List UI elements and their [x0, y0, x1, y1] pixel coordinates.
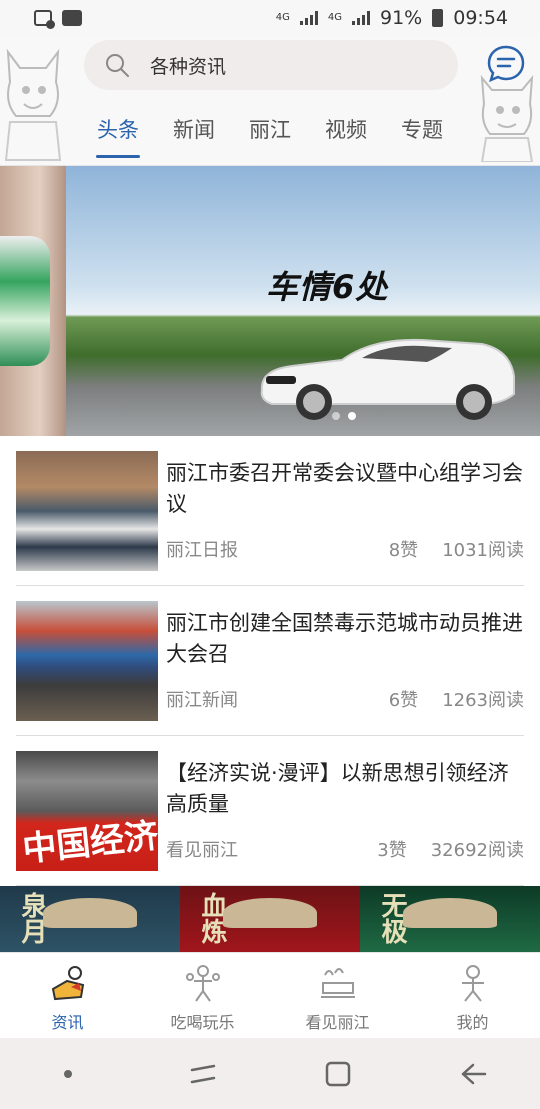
nav-news[interactable]: 资讯 — [0, 953, 135, 1038]
news-thumbnail — [16, 601, 158, 721]
news-thumbnail: 中国经济 — [16, 751, 158, 871]
news-thumbnail — [16, 451, 158, 571]
banner-slide[interactable]: 车情6处 — [66, 166, 540, 436]
assistant-dot-button[interactable] — [51, 1057, 85, 1091]
landmark-icon — [320, 968, 355, 998]
carousel-dot-active[interactable] — [348, 412, 356, 420]
news-title: 【经济实说·漫评】以新思想引领经济高质量 — [166, 761, 509, 816]
search-input[interactable]: 各种资讯 — [84, 40, 458, 90]
notification-icon — [34, 10, 55, 29]
news-source: 丽江日报 — [166, 540, 238, 561]
signal-icon-2 — [352, 11, 370, 25]
mascot-left-icon — [4, 48, 62, 161]
banner-prev-image — [0, 236, 50, 366]
network-type-2: 4G — [327, 12, 342, 23]
news-source: 丽江新闻 — [166, 690, 238, 711]
nav-leisure[interactable]: 吃喝玩乐 — [135, 953, 270, 1038]
dot-icon — [63, 1069, 72, 1078]
message-icon[interactable] — [486, 44, 526, 84]
banner-prev-slide[interactable] — [0, 166, 66, 436]
promo-card[interactable]: 泉月 — [0, 886, 180, 952]
battery-percent: 91% — [380, 7, 423, 29]
carousel-dot[interactable] — [332, 412, 340, 420]
news-meta: 丽江新闻 6赞 1263阅读 — [166, 686, 524, 712]
nav-label: 吃喝玩乐 — [170, 1013, 235, 1032]
news-item[interactable]: 中国经济 【经济实说·漫评】以新思想引领经济高质量 看见丽江 3赞 32692阅… — [16, 736, 524, 886]
search-placeholder: 各种资讯 — [150, 55, 227, 78]
promo-card[interactable]: 无极 — [360, 886, 540, 952]
news-list: 丽江市委召开常委会议暨中心组学习会议 丽江日报 8赞 1031阅读 丽江市创建全… — [0, 436, 540, 886]
tab-headlines[interactable]: 头条 — [80, 110, 156, 160]
status-bar: 4G 4G 91% 09:54 — [0, 0, 540, 36]
wifi-icon — [62, 10, 82, 26]
news-likes: 8赞 — [388, 540, 419, 561]
nav-label: 看见丽江 — [305, 1013, 370, 1032]
back-button[interactable] — [456, 1057, 490, 1091]
tab-news[interactable]: 新闻 — [156, 110, 232, 160]
nav-label: 我的 — [456, 1013, 489, 1032]
car-image — [260, 338, 515, 420]
hat-image — [43, 898, 137, 928]
system-nav-bar — [0, 1038, 540, 1109]
clock: 09:54 — [453, 7, 508, 29]
home-button[interactable] — [321, 1057, 355, 1091]
news-reads: 1263阅读 — [442, 690, 524, 711]
news-likes: 3赞 — [377, 840, 407, 861]
news-item[interactable]: 丽江市委召开常委会议暨中心组学习会议 丽江日报 8赞 1031阅读 — [16, 436, 524, 586]
network-type-1: 4G — [275, 12, 290, 23]
hat-image — [403, 898, 497, 928]
leisure-icon — [185, 965, 220, 1002]
bottom-nav: 资讯 吃喝玩乐 看见丽江 我的 — [0, 952, 540, 1038]
battery-icon — [432, 9, 444, 27]
hat-image — [223, 898, 317, 928]
signal-icon — [299, 11, 318, 25]
thumbnail-caption: 中国经济 — [20, 815, 158, 870]
category-tabs: 头条 新闻 丽江 视频 专题 — [80, 110, 460, 160]
banner-carousel[interactable]: 车情6处 — [0, 166, 540, 436]
tab-topics[interactable]: 专题 — [384, 110, 460, 160]
news-reads: 1031阅读 — [442, 540, 524, 561]
home-icon — [325, 1061, 350, 1086]
news-reads: 32692阅读 — [430, 840, 524, 861]
banner-logo: 车情6处 — [266, 268, 389, 306]
search-icon — [106, 54, 129, 77]
news-meta: 丽江日报 8赞 1031阅读 — [166, 536, 524, 562]
recents-icon — [190, 1064, 215, 1083]
news-title: 丽江市创建全国禁毒示范城市动员推进大会召 — [166, 611, 523, 666]
nav-see-lijiang[interactable]: 看见丽江 — [270, 953, 405, 1038]
news-item[interactable]: 丽江市创建全国禁毒示范城市动员推进大会召 丽江新闻 6赞 1263阅读 — [16, 586, 524, 736]
tab-lijiang[interactable]: 丽江 — [232, 110, 308, 160]
news-likes: 6赞 — [388, 690, 419, 711]
recent-apps-button[interactable] — [186, 1057, 220, 1091]
tab-video[interactable]: 视频 — [308, 110, 384, 160]
nav-profile[interactable]: 我的 — [405, 953, 540, 1038]
back-arrow-icon — [461, 1063, 486, 1084]
news-title: 丽江市委召开常委会议暨中心组学习会议 — [166, 461, 523, 516]
promo-strip: 泉月 血炼 无极 — [0, 886, 540, 952]
header: 各种资讯 头条 新闻 丽江 视频 专题 — [0, 36, 540, 166]
carousel-indicator — [332, 412, 356, 420]
news-source: 看见丽江 — [166, 840, 238, 861]
profile-icon — [461, 965, 484, 1002]
promo-card[interactable]: 血炼 — [180, 886, 360, 952]
news-icon — [51, 966, 84, 1001]
news-meta: 看见丽江 3赞 32692阅读 — [166, 836, 524, 862]
nav-label: 资讯 — [51, 1013, 84, 1032]
